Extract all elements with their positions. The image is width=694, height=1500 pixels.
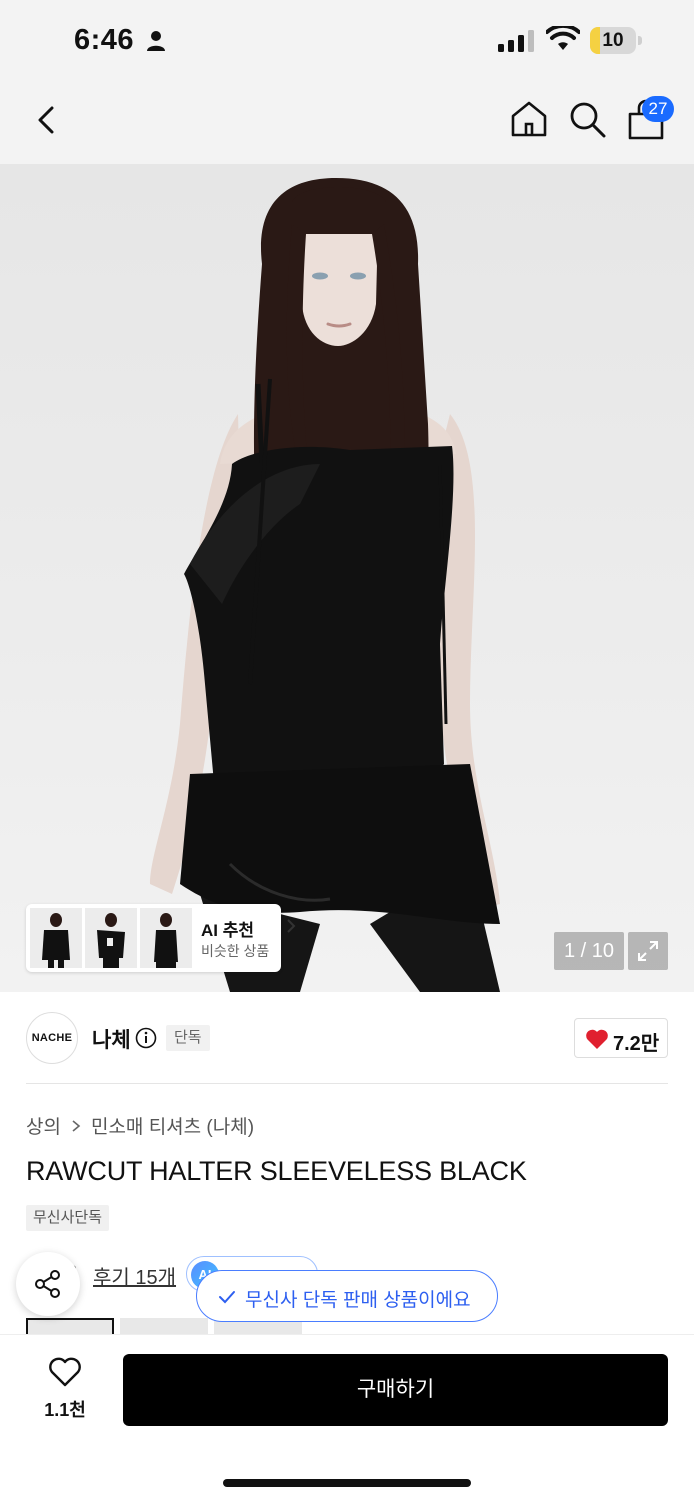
cellular-signal-icon (498, 30, 534, 52)
divider (26, 1083, 668, 1084)
product-title: RAWCUT HALTER SLEEVELESS BLACK (26, 1156, 527, 1186)
home-indicator (223, 1479, 471, 1487)
search-icon[interactable] (566, 98, 608, 140)
wifi-icon (546, 26, 580, 50)
ai-rec-thumbnail (85, 908, 137, 968)
status-bar: 6:46 10 (0, 0, 694, 80)
musinsa-exclusive-badge: 무신사단독 (26, 1205, 110, 1231)
ai-rec-thumbnail (140, 908, 192, 968)
battery-tip (638, 36, 642, 45)
chevron-right-icon (72, 1119, 81, 1132)
share-button[interactable] (16, 1252, 80, 1316)
toast-message: 무신사 단독 판매 상품이에요 (245, 1290, 471, 1311)
ai-rec-title: AI 추천 (201, 921, 255, 940)
wishlist-button[interactable]: 1.1천 (30, 1356, 100, 1422)
chevron-right-icon (287, 919, 296, 933)
brand-logo[interactable]: NACHE (26, 1012, 78, 1064)
brand-like-button[interactable]: 7.2만 (574, 1018, 668, 1058)
model-photo (150, 178, 500, 992)
product-image[interactable]: AI 추천 비슷한 상품 1 / 10 (0, 164, 694, 992)
cart-count-badge: 27 (642, 96, 674, 122)
home-icon[interactable] (508, 98, 550, 140)
status-time: 6:46 (74, 24, 135, 56)
battery-indicator: 10 (590, 27, 642, 54)
breadcrumb-category[interactable]: 상의 (26, 1112, 61, 1139)
image-page-counter: 1 / 10 (554, 932, 624, 970)
ai-rec-subtitle: 비슷한 상품 (201, 943, 270, 959)
info-icon[interactable] (135, 1027, 157, 1049)
ai-rec-thumbnail (30, 908, 82, 968)
breadcrumb-subcategory[interactable]: 민소매 티셔츠 (나체) (91, 1112, 254, 1139)
heart-outline-icon (49, 1357, 81, 1387)
top-nav-bar (0, 80, 694, 164)
expand-icon (638, 941, 658, 961)
brand-exclusive-tag: 단독 (166, 1025, 210, 1051)
share-icon (35, 1270, 60, 1298)
breadcrumb: 상의 민소매 티셔츠 (나체) (26, 1112, 254, 1139)
brand-like-count: 7.2만 (613, 1033, 660, 1055)
exclusive-toast: 무신사 단독 판매 상품이에요 (196, 1270, 498, 1322)
expand-image-button[interactable] (628, 932, 668, 970)
review-count-link[interactable]: 후기 15개 (93, 1261, 176, 1290)
chevron-left-icon[interactable] (28, 100, 68, 140)
heart-filled-icon (586, 1029, 608, 1049)
buy-button[interactable]: 구매하기 (123, 1354, 668, 1426)
battery-body: 10 (590, 27, 636, 54)
brand-name[interactable]: 나체 (92, 1024, 131, 1054)
person-icon (147, 31, 165, 51)
wishlist-count: 1.1천 (44, 1400, 86, 1420)
battery-percent: 10 (602, 30, 624, 51)
check-icon (219, 1291, 235, 1304)
ai-recommendation-card[interactable]: AI 추천 비슷한 상품 (26, 904, 296, 972)
